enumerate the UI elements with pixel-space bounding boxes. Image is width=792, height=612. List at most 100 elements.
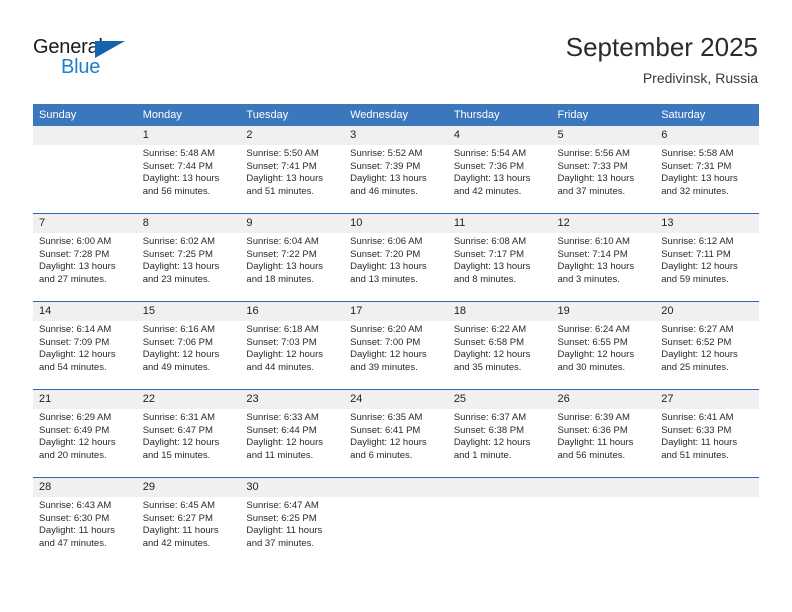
calendar-day-cell[interactable]: 25 Sunrise: 6:37 AM Sunset: 6:38 PM Dayligh…	[447, 389, 552, 478]
sunrise-text: Sunrise: 6:24 AM	[557, 324, 630, 335]
calendar-day-cell[interactable]: 8 Sunrise: 6:02 AM Sunset: 7:25 PM Daylight…	[136, 213, 241, 302]
sunrise-text: Sunrise: 6:10 AM	[557, 236, 630, 247]
calendar-day-cell[interactable]: 2 Sunrise: 5:50 AM Sunset: 7:41 PM Daylight…	[240, 126, 345, 214]
sunrise-text: Sunrise: 6:35 AM	[350, 412, 423, 423]
day-number: 2	[240, 126, 345, 145]
daylight-text: Daylight: 12 hours and 1 minute.	[453, 437, 531, 461]
day-number: 20	[655, 302, 759, 321]
weekday-header-monday: Monday	[136, 104, 241, 126]
sunset-text: Sunset: 6:58 PM	[453, 336, 525, 348]
calendar-day-cell[interactable]: 24 Sunrise: 6:35 AM Sunset: 6:41 PM Dayligh…	[344, 389, 448, 478]
sunset-text: Sunset: 6:52 PM	[661, 336, 732, 348]
weekday-header-friday: Friday	[551, 104, 656, 126]
daylight-text: Daylight: 12 hours and 35 minutes.	[453, 349, 531, 373]
daylight-text: Daylight: 13 hours and 18 minutes.	[246, 261, 323, 285]
day-number: 24	[344, 390, 448, 409]
calendar-day-cell[interactable]: 13 Sunrise: 6:12 AM Sunset: 7:11 PM Dayligh…	[655, 213, 759, 302]
day-number: 28	[33, 478, 137, 497]
day-cell-inner: 8 Sunrise: 6:02 AM Sunset: 7:25 PM Daylight…	[136, 214, 241, 301]
calendar-day-cell[interactable]: 14 Sunrise: 6:14 AM Sunset: 7:09 PM Dayligh…	[33, 301, 137, 390]
day-cell-inner: 21 Sunrise: 6:29 AM Sunset: 6:49 PM Dayligh…	[33, 390, 137, 477]
calendar-day-cell[interactable]: 17 Sunrise: 6:20 AM Sunset: 7:00 PM Dayligh…	[344, 301, 448, 390]
day-cell-inner: 23 Sunrise: 6:33 AM Sunset: 6:44 PM Dayligh…	[240, 390, 345, 477]
day-cell-inner: 19 Sunrise: 6:24 AM Sunset: 6:55 PM Dayligh…	[551, 302, 656, 389]
sunset-text: Sunset: 6:25 PM	[246, 512, 317, 524]
daylight-text: Daylight: 12 hours and 54 minutes.	[39, 349, 116, 373]
day-sun-info: Sunrise: 6:20 AM Sunset: 7:00 PM Daylight:…	[344, 321, 448, 374]
sunset-text: Sunset: 7:33 PM	[557, 160, 628, 172]
calendar-day-cell[interactable]: 9 Sunrise: 6:04 AM Sunset: 7:22 PM Daylight…	[240, 213, 345, 302]
calendar-day-cell[interactable]: 1 Sunrise: 5:48 AM Sunset: 7:44 PM Daylight…	[136, 126, 241, 214]
daylight-text: Daylight: 13 hours and 27 minutes.	[39, 261, 116, 285]
sunrise-text: Sunrise: 6:41 AM	[661, 412, 734, 423]
day-cell-inner: 16 Sunrise: 6:18 AM Sunset: 7:03 PM Dayligh…	[240, 302, 345, 389]
calendar-day-cell[interactable]: 19 Sunrise: 6:24 AM Sunset: 6:55 PM Dayligh…	[551, 301, 656, 390]
day-cell-inner: 28 Sunrise: 6:43 AM Sunset: 6:30 PM Dayligh…	[33, 478, 137, 565]
sunset-text: Sunset: 7:22 PM	[246, 248, 317, 260]
sunrise-text: Sunrise: 5:56 AM	[557, 148, 630, 159]
sunset-text: Sunset: 7:44 PM	[142, 160, 213, 172]
sunset-text: Sunset: 7:36 PM	[453, 160, 525, 172]
calendar-day-cell[interactable]: 7 Sunrise: 6:00 AM Sunset: 7:28 PM Daylight…	[33, 213, 137, 302]
sunrise-text: Sunrise: 5:54 AM	[453, 148, 527, 159]
calendar-day-cell[interactable]: 21 Sunrise: 6:29 AM Sunset: 6:49 PM Dayligh…	[33, 389, 137, 478]
daylight-text: Daylight: 11 hours and 37 minutes.	[246, 525, 323, 549]
calendar-week-row: 7 Sunrise: 6:00 AM Sunset: 7:28 PM Daylight…	[33, 213, 759, 302]
day-sun-info: Sunrise: 5:56 AM Sunset: 7:33 PM Daylight:…	[552, 145, 656, 198]
sunrise-text: Sunrise: 6:12 AM	[661, 236, 734, 247]
weekday-header-sunday: Sunday	[33, 104, 137, 126]
sunset-text: Sunset: 7:14 PM	[557, 248, 628, 260]
day-cell-inner	[551, 478, 656, 565]
calendar-day-cell[interactable]: 30 Sunrise: 6:47 AM Sunset: 6:25 PM Dayligh…	[240, 477, 345, 565]
day-number	[447, 478, 552, 497]
calendar-day-cell[interactable]: 23 Sunrise: 6:33 AM Sunset: 6:44 PM Dayligh…	[240, 389, 345, 478]
sunrise-text: Sunrise: 5:50 AM	[246, 148, 319, 159]
calendar-day-cell[interactable]: 20 Sunrise: 6:27 AM Sunset: 6:52 PM Dayligh…	[655, 301, 759, 390]
calendar-table: Sunday Monday Tuesday Wednesday Thursday…	[33, 104, 759, 565]
calendar-day-cell[interactable]: 26 Sunrise: 6:39 AM Sunset: 6:36 PM Dayligh…	[551, 389, 656, 478]
calendar-page: General Blue September 2025 Predivinsk, …	[0, 0, 792, 612]
day-number	[551, 478, 656, 497]
calendar-day-cell[interactable]: 4 Sunrise: 5:54 AM Sunset: 7:36 PM Daylight…	[447, 126, 552, 214]
day-cell-inner: 25 Sunrise: 6:37 AM Sunset: 6:38 PM Dayligh…	[447, 390, 552, 477]
day-cell-inner: 11 Sunrise: 6:08 AM Sunset: 7:17 PM Dayligh…	[447, 214, 552, 301]
sunset-text: Sunset: 7:03 PM	[246, 336, 317, 348]
daylight-text: Daylight: 13 hours and 51 minutes.	[246, 173, 323, 197]
calendar-body: 1 Sunrise: 5:48 AM Sunset: 7:44 PM Daylight…	[33, 126, 759, 565]
calendar-day-cell[interactable]: 6 Sunrise: 5:58 AM Sunset: 7:31 PM Daylight…	[655, 126, 759, 214]
daylight-text: Daylight: 11 hours and 51 minutes.	[661, 437, 738, 461]
logo-text-blue: Blue	[61, 56, 101, 78]
calendar-week-row: 21 Sunrise: 6:29 AM Sunset: 6:49 PM Dayligh…	[33, 389, 759, 478]
generalblue-logo[interactable]: General Blue	[33, 36, 173, 86]
calendar-day-cell[interactable]: 16 Sunrise: 6:18 AM Sunset: 7:03 PM Dayligh…	[240, 301, 345, 390]
sunrise-text: Sunrise: 5:48 AM	[142, 148, 216, 159]
day-sun-info: Sunrise: 6:37 AM Sunset: 6:38 PM Daylight:…	[448, 409, 552, 462]
calendar-day-cell[interactable]: 10 Sunrise: 6:06 AM Sunset: 7:20 PM Dayligh…	[344, 213, 448, 302]
calendar-day-cell[interactable]: 15 Sunrise: 6:16 AM Sunset: 7:06 PM Dayligh…	[136, 301, 241, 390]
calendar-day-cell[interactable]: 27 Sunrise: 6:41 AM Sunset: 6:33 PM Dayligh…	[655, 389, 759, 478]
day-cell-inner: 14 Sunrise: 6:14 AM Sunset: 7:09 PM Dayligh…	[33, 302, 137, 389]
sunrise-text: Sunrise: 6:45 AM	[142, 500, 216, 511]
weekday-header-row: Sunday Monday Tuesday Wednesday Thursday…	[33, 104, 759, 126]
calendar-day-cell[interactable]: 11 Sunrise: 6:08 AM Sunset: 7:17 PM Dayligh…	[447, 213, 552, 302]
sunset-text: Sunset: 6:44 PM	[246, 424, 317, 436]
day-sun-info: Sunrise: 6:22 AM Sunset: 6:58 PM Daylight:…	[448, 321, 552, 374]
calendar-head: Sunday Monday Tuesday Wednesday Thursday…	[33, 104, 759, 126]
calendar-day-cell[interactable]: 29 Sunrise: 6:45 AM Sunset: 6:27 PM Dayligh…	[136, 477, 241, 565]
calendar-week-row: 14 Sunrise: 6:14 AM Sunset: 7:09 PM Dayligh…	[33, 301, 759, 390]
calendar-day-cell[interactable]: 28 Sunrise: 6:43 AM Sunset: 6:30 PM Dayligh…	[33, 477, 137, 565]
sunset-text: Sunset: 6:49 PM	[39, 424, 110, 436]
calendar-day-cell[interactable]: 5 Sunrise: 5:56 AM Sunset: 7:33 PM Daylight…	[551, 126, 656, 214]
calendar-day-cell[interactable]: 12 Sunrise: 6:10 AM Sunset: 7:14 PM Dayligh…	[551, 213, 656, 302]
day-number: 13	[655, 214, 759, 233]
calendar-day-cell[interactable]: 3 Sunrise: 5:52 AM Sunset: 7:39 PM Daylight…	[344, 126, 448, 214]
calendar-day-cell[interactable]: 18 Sunrise: 6:22 AM Sunset: 6:58 PM Dayligh…	[447, 301, 552, 390]
daylight-text: Daylight: 13 hours and 23 minutes.	[142, 261, 220, 285]
calendar-day-cell[interactable]: 22 Sunrise: 6:31 AM Sunset: 6:47 PM Dayligh…	[136, 389, 241, 478]
day-number: 7	[33, 214, 137, 233]
calendar-day-cell	[344, 477, 448, 565]
day-cell-inner: 15 Sunrise: 6:16 AM Sunset: 7:06 PM Dayligh…	[136, 302, 241, 389]
sunrise-text: Sunrise: 5:58 AM	[661, 148, 734, 159]
sunrise-text: Sunrise: 6:29 AM	[39, 412, 112, 423]
day-sun-info: Sunrise: 6:31 AM Sunset: 6:47 PM Daylight:…	[137, 409, 241, 462]
